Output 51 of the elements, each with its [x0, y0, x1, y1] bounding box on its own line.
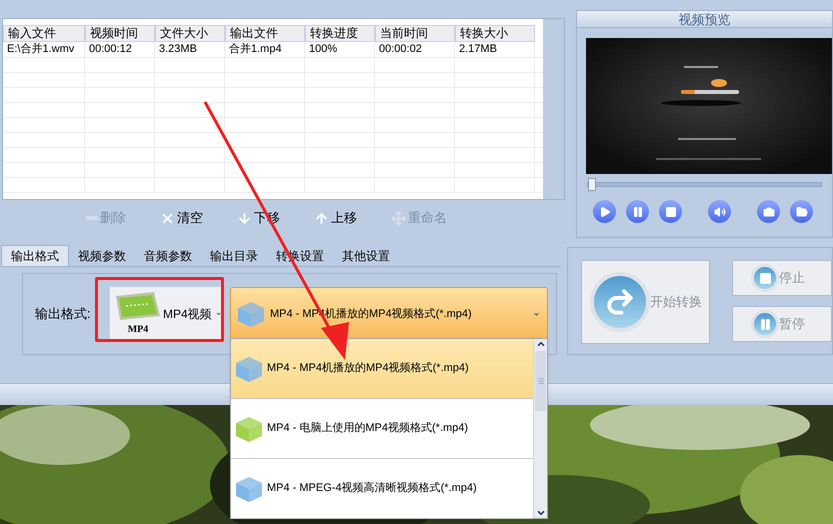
scroll-down-icon: [536, 508, 546, 518]
folder-icon: [796, 206, 808, 218]
dropdown-option[interactable]: MP4 - 电脑上使用的MP4视频格式(*.mp4): [231, 399, 533, 459]
format-button[interactable]: MP4 MP4视频: [109, 286, 223, 342]
column-header[interactable]: 输入文件: [3, 25, 85, 42]
pause-icon: [751, 310, 779, 338]
table-cell: E:\合并1.wmv: [3, 42, 85, 57]
package-icon: [236, 300, 266, 328]
column-header[interactable]: 输出文件: [225, 25, 305, 42]
list-action-button[interactable]: 上移: [314, 208, 357, 228]
stop-icon: [751, 264, 779, 292]
tab[interactable]: 输出目录: [201, 245, 267, 266]
output-format-label: 输出格式:: [35, 305, 92, 324]
tab[interactable]: 音频参数: [135, 245, 201, 266]
icon-caption: MP4: [128, 322, 148, 336]
volume-icon: [714, 206, 726, 218]
snapshot-button[interactable]: [757, 200, 780, 223]
volume-button[interactable]: [708, 200, 731, 223]
table-cell: 2.17MB: [455, 42, 535, 57]
scroll-thumb[interactable]: [535, 351, 546, 411]
tab[interactable]: 输出格式: [1, 245, 69, 266]
list-action-button[interactable]: 清空: [160, 208, 203, 228]
tab[interactable]: 其他设置: [333, 245, 399, 266]
move-icon: [391, 210, 406, 226]
camera-icon: [762, 206, 774, 218]
stop-button[interactable]: [659, 200, 682, 223]
column-header[interactable]: 文件大小: [155, 25, 225, 42]
table-cell: 合并1.mp4: [225, 42, 305, 57]
dropdown-option[interactable]: MP4 - MP4机播放的MP4视频格式(*.mp4): [231, 339, 533, 399]
scroll-up-icon: [536, 339, 546, 349]
dropdown-option[interactable]: MP4 - MPEG-4视频高清晰视频格式(*.mp4): [231, 459, 533, 519]
play-icon: [598, 206, 610, 218]
seek-thumb[interactable]: [588, 178, 596, 191]
folder-button[interactable]: [790, 200, 813, 223]
stop-icon: [664, 206, 676, 218]
column-header[interactable]: 当前时间: [375, 25, 455, 42]
play-button[interactable]: [593, 200, 616, 223]
table-cell: 100%: [305, 42, 375, 57]
scrollbar[interactable]: [533, 339, 547, 518]
tab[interactable]: 视频参数: [69, 245, 135, 266]
table-cell: 3.23MB: [155, 42, 225, 57]
pause-button[interactable]: [626, 200, 649, 223]
column-header[interactable]: 转换大小: [455, 25, 535, 42]
preview-title: 视频预览: [577, 11, 832, 28]
column-header[interactable]: 视频时间: [85, 25, 155, 42]
column-header[interactable]: 转换进度: [305, 25, 375, 42]
pause-icon: [632, 206, 644, 218]
table-cell: 00:00:12: [85, 42, 155, 57]
table-cell: 00:00:02: [375, 42, 455, 57]
down-arrow-icon: [237, 210, 252, 226]
monitor-icon: [114, 292, 162, 322]
